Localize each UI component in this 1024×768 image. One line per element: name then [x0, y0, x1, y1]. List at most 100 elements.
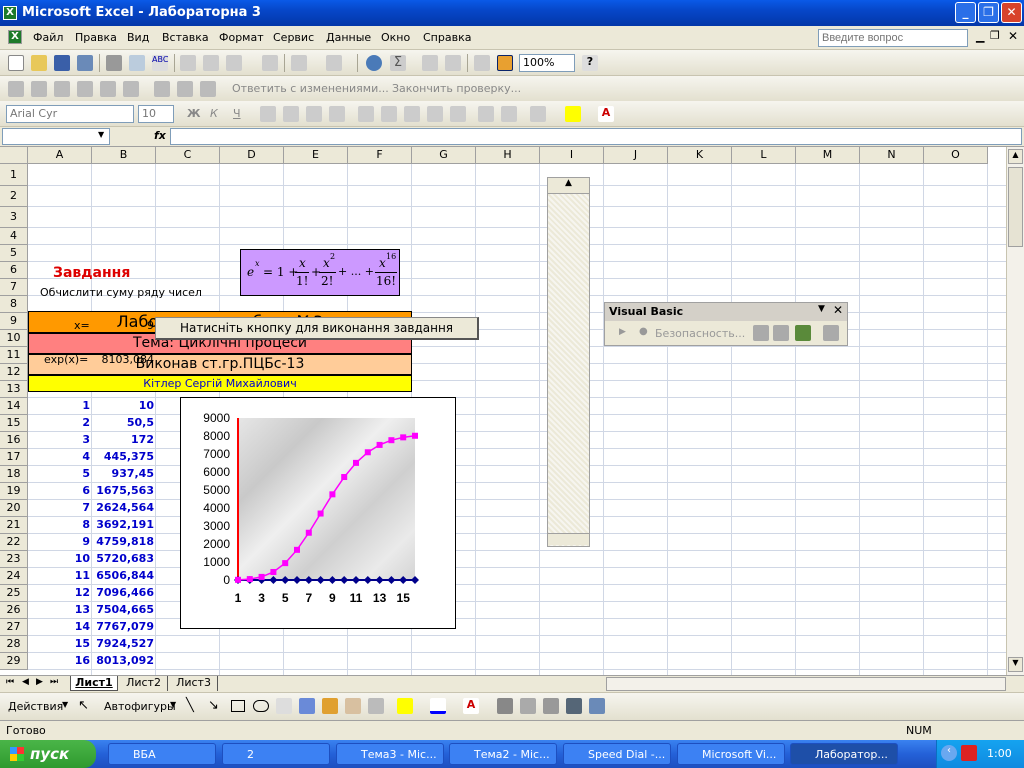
scroll-down-icon[interactable]: ▼	[1008, 657, 1023, 672]
review-icon[interactable]	[77, 81, 93, 97]
close-icon[interactable]: ✕	[833, 303, 843, 317]
oval-icon[interactable]	[253, 700, 269, 712]
fill-color-icon[interactable]	[397, 698, 413, 714]
menu-file[interactable]: Файл	[33, 31, 63, 44]
review-icon[interactable]	[200, 81, 216, 97]
dash-style-icon[interactable]	[520, 698, 536, 714]
rectangle-icon[interactable]	[231, 700, 245, 712]
font-select[interactable]: Arial Cyr	[6, 105, 134, 123]
table-cell-sum[interactable]: 8013,092	[92, 654, 154, 667]
borders-icon[interactable]	[530, 106, 546, 122]
percent-icon[interactable]	[381, 106, 397, 122]
security-button[interactable]: Безопасность...	[655, 327, 745, 340]
italic-button[interactable]: К	[210, 107, 218, 120]
column-header[interactable]: J	[604, 147, 668, 164]
open-icon[interactable]	[31, 55, 47, 71]
run-task-button[interactable]: Натисніть кнопку для виконання завдання	[155, 317, 479, 340]
currency-icon[interactable]	[358, 106, 374, 122]
column-header[interactable]: C	[156, 147, 220, 164]
table-cell-n[interactable]: 8	[28, 518, 90, 531]
row-header[interactable]: 27	[0, 619, 28, 636]
table-cell-n[interactable]: 13	[28, 603, 90, 616]
row-header[interactable]: 8	[0, 296, 28, 313]
record-icon[interactable]: ●	[639, 326, 648, 337]
first-sheet-icon[interactable]: ⏮	[6, 677, 14, 687]
new-icon[interactable]	[8, 55, 24, 71]
line-color-icon[interactable]	[430, 698, 446, 714]
vb-editor-icon[interactable]	[753, 325, 769, 341]
review-icon[interactable]	[177, 81, 193, 97]
zoom-select[interactable]: 100%	[519, 54, 575, 72]
workbook-icon[interactable]: X	[8, 30, 22, 44]
formula-input[interactable]	[170, 128, 1022, 145]
align-center-icon[interactable]	[283, 106, 299, 122]
spelling-icon[interactable]: ABC	[152, 55, 168, 71]
table-cell-n[interactable]: 1	[28, 399, 90, 412]
taskbar-item-folder[interactable]: 2	[222, 743, 330, 765]
close-button[interactable]: ✕	[1001, 2, 1022, 23]
taskbar-item-vb[interactable]: Microsoft Vi...	[677, 743, 785, 765]
fill-color-icon[interactable]	[565, 106, 581, 122]
script-editor-icon[interactable]	[823, 325, 839, 341]
x-label[interactable]: x=	[74, 319, 90, 332]
menu-window[interactable]: Окно	[381, 31, 410, 44]
column-header[interactable]: N	[860, 147, 924, 164]
column-header[interactable]: O	[924, 147, 988, 164]
textbox-icon[interactable]	[276, 698, 292, 714]
review-icon[interactable]	[8, 81, 24, 97]
row-header[interactable]: 14	[0, 398, 28, 415]
row-header[interactable]: 2	[0, 186, 28, 207]
menu-format[interactable]: Формат	[219, 31, 264, 44]
print-preview-icon[interactable]	[129, 55, 145, 71]
column-header[interactable]: G	[412, 147, 476, 164]
bold-button[interactable]: Ж	[187, 107, 200, 120]
table-cell-n[interactable]: 3	[28, 433, 90, 446]
doc-minimize-icon[interactable]: ▁	[976, 30, 984, 43]
sort-ascending-icon[interactable]	[422, 55, 438, 71]
line-icon[interactable]: ╲	[186, 698, 194, 713]
chevron-down-icon[interactable]: ▼	[818, 304, 825, 314]
end-review-button[interactable]: Закончить проверку...	[392, 82, 521, 95]
table-cell-sum[interactable]: 1675,563	[92, 484, 154, 497]
row-header[interactable]: 3	[0, 207, 28, 228]
select-pointer-icon[interactable]: ↖	[78, 698, 89, 713]
row-header[interactable]: 19	[0, 483, 28, 500]
row-header[interactable]: 9	[0, 313, 28, 330]
select-all-corner[interactable]	[0, 147, 28, 164]
row-header[interactable]: 7	[0, 279, 28, 296]
table-cell-sum[interactable]: 50,5	[92, 416, 154, 429]
prev-sheet-icon[interactable]: ◀	[22, 677, 29, 687]
task-heading[interactable]: Завдання	[53, 265, 130, 281]
column-header[interactable]: L	[732, 147, 796, 164]
column-header[interactable]: M	[796, 147, 860, 164]
taskbar-item-opera[interactable]: Speed Dial -...	[563, 743, 671, 765]
copy-icon[interactable]	[203, 55, 219, 71]
chevron-down-icon[interactable]: ▼	[98, 130, 104, 139]
print-icon[interactable]	[106, 55, 122, 71]
taskbar-item-folder[interactable]: ВБА	[108, 743, 216, 765]
row-header[interactable]: 18	[0, 466, 28, 483]
table-cell-sum[interactable]: 2624,564	[92, 501, 154, 514]
format-painter-icon[interactable]	[262, 55, 278, 71]
comma-icon[interactable]	[404, 106, 420, 122]
arrow-style-icon[interactable]	[543, 698, 559, 714]
row-header[interactable]: 22	[0, 534, 28, 551]
redo-icon[interactable]	[326, 55, 342, 71]
table-cell-sum[interactable]: 6506,844	[92, 569, 154, 582]
worksheet-grid[interactable]: ABCDEFGHIJKLMNO 1 2 3 4 5 6 7 8 9 10 11 12 13 14 15 16 1…	[0, 147, 1006, 675]
line-style-icon[interactable]	[497, 698, 513, 714]
toolbox-icon[interactable]	[773, 325, 789, 341]
align-right-icon[interactable]	[306, 106, 322, 122]
start-button[interactable]: пуск	[0, 740, 96, 768]
name-box[interactable]	[2, 128, 110, 145]
taskbar-item-word[interactable]: Тема3 - Mic...	[336, 743, 444, 765]
menu-view[interactable]: Вид	[127, 31, 149, 44]
row-header[interactable]: 6	[0, 262, 28, 279]
restore-button[interactable]: ❐	[978, 2, 999, 23]
row-header[interactable]: 17	[0, 449, 28, 466]
underline-button[interactable]: Ч	[233, 107, 241, 120]
vscroll-thumb[interactable]	[1008, 167, 1023, 247]
table-cell-sum[interactable]: 7767,079	[92, 620, 154, 633]
table-cell-n[interactable]: 5	[28, 467, 90, 480]
font-color-icon[interactable]: A	[463, 698, 479, 714]
